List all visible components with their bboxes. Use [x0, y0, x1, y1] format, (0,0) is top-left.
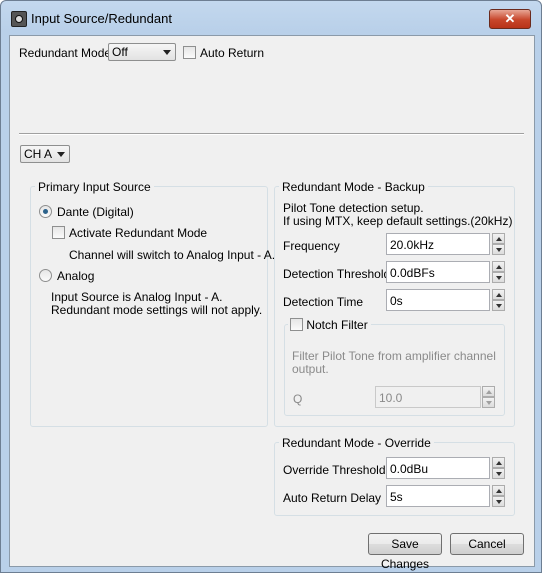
- detection-time-label: Detection Time: [283, 295, 364, 309]
- window-title: Input Source/Redundant: [31, 11, 172, 26]
- dante-label: Dante (Digital): [57, 205, 134, 219]
- channel-select[interactable]: CH A: [20, 145, 70, 163]
- time-decrement-icon[interactable]: [492, 300, 505, 311]
- save-changes-button[interactable]: Save Changes: [368, 533, 442, 571]
- override-threshold-label: Override Threshold: [283, 463, 386, 477]
- override-title: Redundant Mode - Override: [279, 436, 434, 450]
- threshold-increment-icon[interactable]: [492, 261, 505, 272]
- detection-time-spinbox: 0s: [386, 289, 506, 311]
- q-input[interactable]: 10.0: [375, 386, 481, 408]
- backup-desc-line-2: If using MTX, keep default settings.(20k…: [283, 214, 513, 228]
- chevron-down-icon: [57, 152, 65, 157]
- redundant-mode-label: Redundant Mode: [19, 46, 112, 60]
- delay-decrement-icon[interactable]: [492, 496, 505, 507]
- redundant-mode-value: Off: [112, 45, 128, 59]
- frequency-increment-icon[interactable]: [492, 233, 505, 244]
- analog-label: Analog: [57, 269, 95, 283]
- detection-threshold-input[interactable]: 0.0dBFs: [386, 261, 490, 283]
- app-icon: [11, 11, 27, 27]
- q-decrement-icon[interactable]: [482, 397, 495, 408]
- chevron-down-icon: [163, 50, 171, 55]
- q-increment-icon[interactable]: [482, 386, 495, 397]
- auto-return-label: Auto Return: [200, 46, 265, 60]
- auto-return-delay-input[interactable]: 5s: [386, 485, 490, 507]
- q-spinbox: 10.0: [375, 386, 495, 408]
- frequency-decrement-icon[interactable]: [492, 244, 505, 255]
- notch-desc-line-1: Filter Pilot Tone from amplifier channel: [292, 349, 496, 363]
- frequency-label: Frequency: [283, 239, 340, 253]
- auto-return-delay-label: Auto Return Delay: [283, 491, 382, 505]
- cancel-button[interactable]: Cancel: [450, 533, 524, 555]
- auto-return-checkbox[interactable]: [183, 46, 196, 59]
- notch-desc-line-2: output.: [292, 362, 329, 376]
- time-increment-icon[interactable]: [492, 289, 505, 300]
- frequency-spinbox: 20.0kHz: [386, 233, 506, 255]
- primary-input-title: Primary Input Source: [35, 180, 154, 194]
- close-icon: ✕: [504, 11, 516, 26]
- detection-time-input[interactable]: 0s: [386, 289, 490, 311]
- notch-filter-label: Notch Filter: [306, 318, 368, 332]
- redundant-mode-select[interactable]: Off: [108, 43, 176, 61]
- analog-note-line-1: Input Source is Analog Input - A.: [51, 290, 223, 304]
- backup-desc-line-1: Pilot Tone detection setup.: [283, 201, 424, 215]
- activate-redundant-label: Activate Redundant Mode: [69, 226, 208, 240]
- close-button[interactable]: ✕: [489, 9, 531, 29]
- detection-threshold-spinbox: 0.0dBFs: [386, 261, 506, 283]
- q-label: Q: [293, 392, 303, 406]
- title-bar[interactable]: Input Source/Redundant ✕: [1, 1, 541, 35]
- detection-threshold-label: Detection Threshold: [283, 267, 391, 281]
- dialog-window: Input Source/Redundant ✕ Redundant Mode …: [0, 0, 542, 573]
- channel-value: CH A: [24, 147, 53, 161]
- threshold-decrement-icon[interactable]: [492, 272, 505, 283]
- backup-title: Redundant Mode - Backup: [279, 180, 428, 194]
- frequency-input[interactable]: 20.0kHz: [386, 233, 490, 255]
- analog-note-line-2: Redundant mode settings will not apply.: [51, 303, 263, 317]
- dante-radio[interactable]: [39, 205, 52, 218]
- notch-filter-checkbox[interactable]: [290, 318, 303, 331]
- separator: [19, 133, 524, 135]
- override-threshold-spinbox: 0.0dBu: [386, 457, 506, 479]
- analog-radio[interactable]: [39, 269, 52, 282]
- activate-redundant-note: Channel will switch to Analog Input - A.: [69, 248, 276, 262]
- override-threshold-decrement-icon[interactable]: [492, 468, 505, 479]
- delay-increment-icon[interactable]: [492, 485, 505, 496]
- override-threshold-input[interactable]: 0.0dBu: [386, 457, 490, 479]
- auto-return-delay-spinbox: 5s: [386, 485, 506, 507]
- notch-filter-header: Notch Filter: [288, 318, 371, 332]
- activate-redundant-checkbox[interactable]: [52, 226, 65, 239]
- override-threshold-increment-icon[interactable]: [492, 457, 505, 468]
- dialog-body: Redundant Mode Off Auto Return CH A Prim…: [9, 35, 535, 571]
